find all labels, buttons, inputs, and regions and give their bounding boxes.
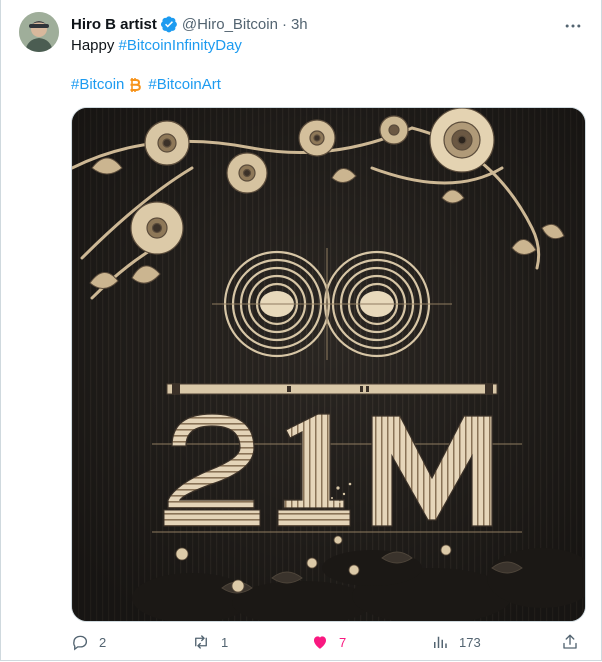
hashtag-link-bitcoinart[interactable]: #BitcoinArt xyxy=(148,75,221,95)
tweet-actions: 2 1 7 173 xyxy=(71,630,583,654)
hashtag-link-bitcoin[interactable]: #Bitcoin xyxy=(71,75,124,95)
author-handle[interactable]: @Hiro_Bitcoin xyxy=(182,16,278,33)
tweet-tags: #Bitcoin #BitcoinArt xyxy=(71,75,221,95)
tweet-image[interactable] xyxy=(71,107,586,622)
tweet-card[interactable]: Hiro B artist @Hiro_Bitcoin · 3h Happy #… xyxy=(0,0,602,661)
hashtag-link-bitcoininfinityday[interactable]: #BitcoinInfinityDay xyxy=(119,37,242,54)
repost-button[interactable]: 1 xyxy=(191,630,228,654)
artwork-21m-infinity xyxy=(72,108,585,621)
timestamp[interactable]: 3h xyxy=(291,16,308,33)
views-icon xyxy=(434,636,447,648)
tweet-text-prefix: Happy xyxy=(71,37,119,54)
share-icon xyxy=(563,634,577,649)
views-button[interactable]: 173 xyxy=(431,630,481,654)
author-name[interactable]: Hiro B artist xyxy=(71,16,157,33)
tweet-header: Hiro B artist @Hiro_Bitcoin · 3h xyxy=(71,14,581,34)
reply-icon xyxy=(73,635,87,651)
like-count: 7 xyxy=(339,634,347,650)
reply-count: 2 xyxy=(99,634,107,650)
bitcoin-icon xyxy=(128,76,142,94)
views-count: 173 xyxy=(459,634,481,650)
heart-icon xyxy=(314,636,326,649)
reply-button[interactable]: 2 xyxy=(71,630,106,654)
share-button[interactable] xyxy=(561,630,579,654)
repost-icon xyxy=(195,635,207,649)
tweet-text: Happy #BitcoinInfinityDay xyxy=(71,36,581,56)
avatar-image xyxy=(19,12,59,52)
like-button[interactable]: 7 xyxy=(311,630,346,654)
repost-count: 1 xyxy=(221,634,229,650)
avatar[interactable] xyxy=(19,12,59,52)
verified-badge-icon xyxy=(160,15,178,33)
separator: · xyxy=(281,15,287,33)
